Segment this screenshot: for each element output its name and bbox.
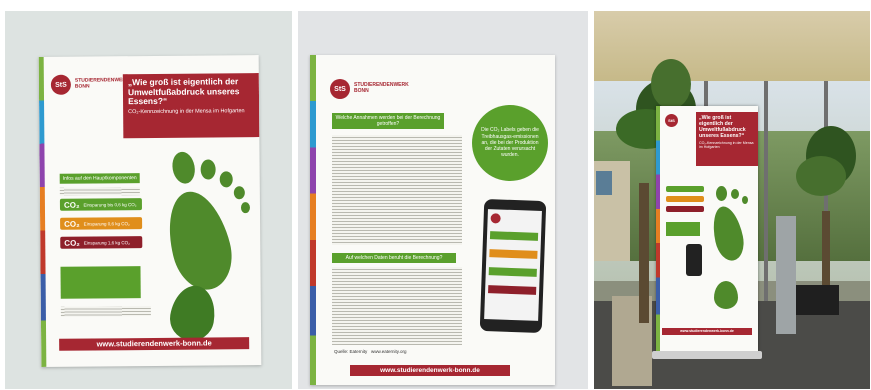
website-url: www.studierendenwerk-bonn.de	[350, 365, 510, 376]
color-stripe	[38, 56, 47, 367]
footprint-toe	[731, 189, 739, 199]
banner-headline: „Wie groß ist eigentlich der Umweltfußab…	[699, 115, 746, 139]
footprint-leaf-heel	[158, 184, 240, 297]
banner-phone	[686, 244, 702, 276]
photo-flyer-back: StS STUDIERENDENWERK BONN Welche Annahmen…	[298, 11, 588, 389]
bubble-text: Die CO₂ Labels geben die Treibhausgas-em…	[481, 127, 539, 159]
banner-url: www.studierendenwerk-bonn.de	[662, 328, 752, 335]
co2-badge-medium: CO₂ Einsparung 0,6 kg CO₂	[60, 217, 143, 230]
subheadline: CO₂-Kennzeichnung in der Mensa im Hofgar…	[128, 107, 245, 115]
potted-palm	[796, 116, 866, 226]
footprint-toe	[169, 149, 198, 186]
photo-flyer-footprint: StS STUDIERENDENWERK BONN „Wie groß ist e…	[5, 11, 292, 389]
smartphone-image	[479, 198, 547, 334]
info-pillar	[776, 216, 796, 334]
palm-pot	[794, 285, 839, 315]
assumptions-text	[332, 135, 462, 245]
data-text	[332, 267, 462, 345]
rollup-banner: StS „Wie groß ist eigentlich der Umweltf…	[656, 106, 758, 351]
section-heading-data: Auf welchen Daten beruht die Berechnung?	[332, 253, 456, 263]
studierendenwerk-logo: StS	[50, 74, 71, 95]
footprint-toe	[716, 186, 727, 201]
studierendenwerk-logo: StS	[665, 114, 678, 127]
palm-pot	[639, 183, 649, 323]
color-stripe	[310, 55, 316, 385]
co2-badge-high: CO₂ Einsparung 1,6 kg CO₂	[60, 236, 143, 249]
banner-base	[652, 351, 762, 359]
flyer-sheet: StS STUDIERENDENWERK BONN „Wie groß ist e…	[38, 55, 262, 367]
co2-badge-low	[666, 186, 704, 192]
flyer-sheet: StS STUDIERENDENWERK BONN Welche Annahmen…	[310, 55, 555, 385]
section-heading-assumptions: Welche Annahmen werden bei der Berechnun…	[332, 113, 444, 129]
studierendenwerk-logo: StS	[330, 79, 350, 99]
source-line: Quelle: Eaternity www.eaternity.org	[334, 349, 407, 354]
banner-subheadline: CO₂-Kennzeichnung in der Mensa im Hofgar…	[699, 141, 754, 150]
color-stripe	[656, 106, 660, 351]
footprint-toe	[240, 202, 251, 214]
footprint-leaf	[708, 203, 748, 264]
website-url: www.studierendenwerk-bonn.de	[59, 337, 250, 351]
co2-badge-high	[666, 206, 704, 212]
org-name: STUDIERENDENWERK BONN	[354, 82, 409, 94]
co2-badge-low: CO₂ Einsparung bis 0,6 kg CO₂	[59, 198, 142, 211]
footnote-text	[60, 305, 151, 317]
footprint-leaf	[714, 281, 738, 309]
footprint-toe	[200, 159, 216, 180]
banner-headline-box: „Wie groß ist eigentlich der Umweltfußab…	[696, 112, 758, 166]
info-note	[60, 266, 141, 299]
org-name: STUDIERENDENWERK BONN	[74, 77, 130, 90]
headline-box: „Wie groß ist eigentlich der Umweltfußab…	[122, 73, 260, 139]
phone-screen	[484, 209, 542, 321]
headline: „Wie groß ist eigentlich der Umweltfußab…	[127, 76, 240, 107]
intro-text	[59, 187, 140, 196]
footprint-leaf-sole	[166, 282, 220, 344]
footprint-toe	[233, 186, 245, 200]
co2-info-bubble: Die CO₂ Labels geben die Treibhausgas-em…	[472, 105, 548, 181]
footprint-toe	[219, 171, 233, 188]
banner-info-note	[666, 222, 700, 236]
footprint-toe	[742, 196, 748, 204]
legend-heading: Infos auf den Hauptkomponenten	[59, 173, 140, 184]
photo-rollup-banner: StS „Wie groß ist eigentlich der Umweltf…	[594, 11, 870, 389]
co2-badge-medium	[666, 196, 704, 202]
